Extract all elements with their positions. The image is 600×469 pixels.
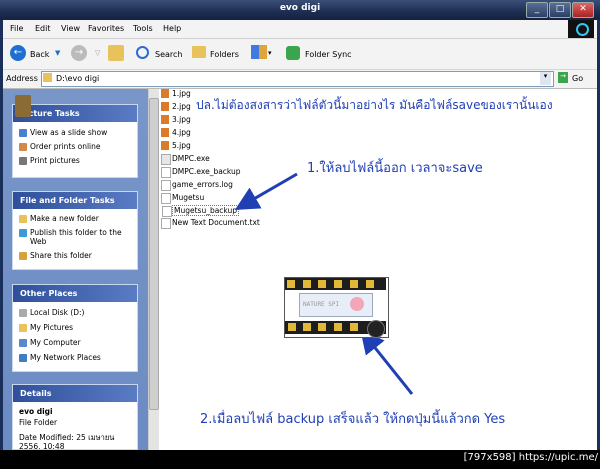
arrow-to-backup-file	[234, 172, 298, 211]
game-icon[interactable]	[334, 323, 342, 331]
pig-icon	[350, 297, 364, 311]
arrow-to-game-button	[360, 329, 414, 395]
game-icon[interactable]	[288, 323, 296, 331]
game-round-button[interactable]	[367, 320, 385, 338]
game-icon[interactable]	[350, 280, 358, 288]
game-icon[interactable]	[318, 280, 326, 288]
game-icon[interactable]	[303, 280, 311, 288]
game-icon[interactable]	[334, 280, 342, 288]
watermark-size: [797x598]	[463, 452, 516, 463]
game-exit-button[interactable]	[350, 323, 358, 331]
game-icon[interactable]	[287, 280, 295, 288]
image-size-watermark: [797x598] https://upic.me/	[464, 452, 598, 463]
annotation-arrows	[234, 172, 414, 395]
game-screen-label: NATURE SPI	[303, 301, 340, 308]
game-icon[interactable]	[366, 280, 374, 288]
watermark-site: https://upic.me/	[518, 452, 598, 463]
game-icon[interactable]	[318, 323, 326, 331]
game-icon[interactable]	[303, 323, 311, 331]
